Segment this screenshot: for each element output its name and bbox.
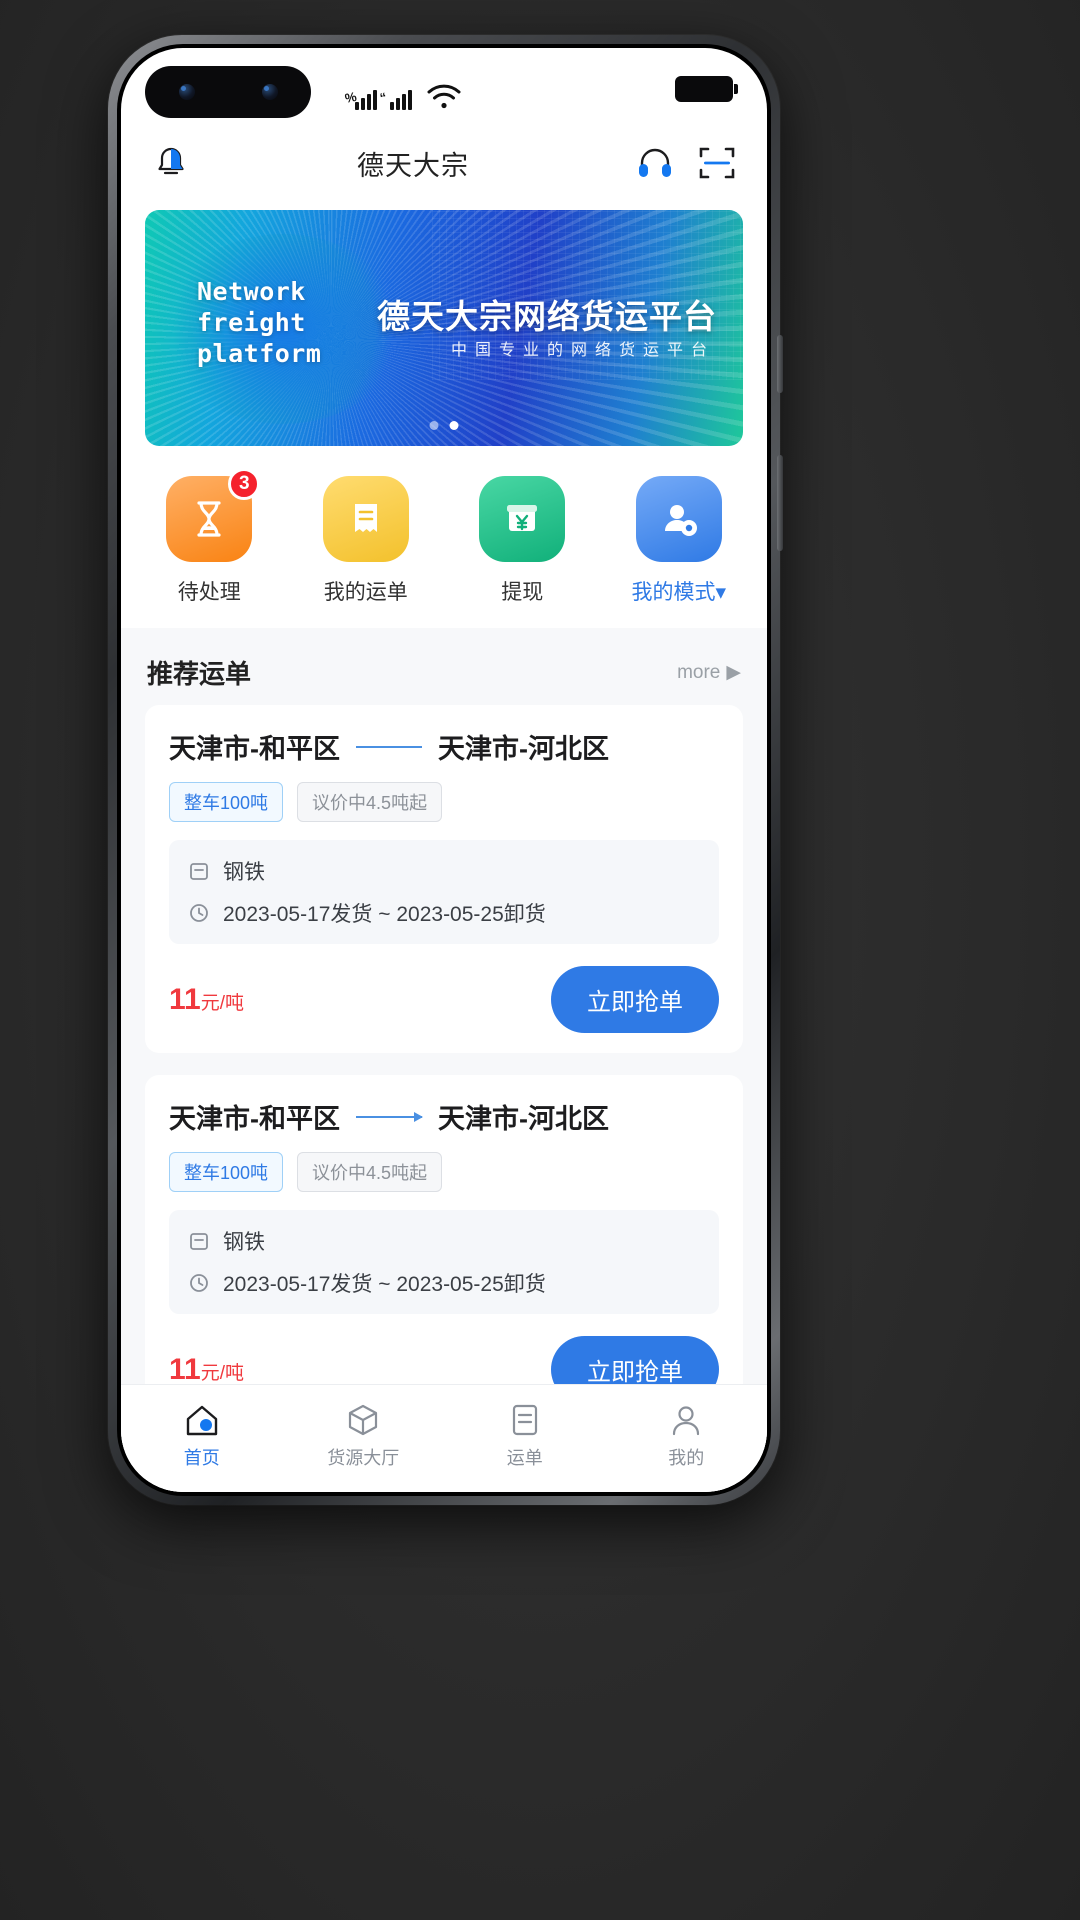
tag-load: 整车100吨 xyxy=(169,1152,284,1192)
camera-punch-hole xyxy=(145,66,311,118)
screenshot-stage: % “ 德天大宗 Network freight platform 德天大宗网络… xyxy=(0,0,1080,1920)
tab-label: 首页 xyxy=(183,1447,220,1468)
tab-profile[interactable]: 我的 xyxy=(606,1385,768,1486)
tab-home[interactable]: 首页 xyxy=(121,1385,283,1486)
origin: 天津市-和平区 xyxy=(169,1104,340,1134)
quick-action-pending[interactable]: 3 待处理 xyxy=(131,468,288,606)
price-row: 11元/吨 立即抢单 xyxy=(169,966,719,1033)
bottom-navigation: 首页 货源大厅 运单 我的 xyxy=(121,1384,767,1492)
tab-label: 运单 xyxy=(506,1447,543,1468)
banner-dot-2[interactable] xyxy=(449,421,459,430)
quick-action-withdraw[interactable]: 提现 xyxy=(444,476,601,606)
order-detail: 钢铁 2023-05-17发货 ~ 2023-05-25卸货 xyxy=(169,840,719,944)
cargo-name: 钢铁 xyxy=(223,1231,265,1254)
tab-cargo-hall[interactable]: 货源大厅 xyxy=(283,1385,445,1486)
tab-label: 货源大厅 xyxy=(327,1447,400,1468)
banner-dot-1[interactable] xyxy=(429,421,439,430)
promo-banner[interactable]: Network freight platform 德天大宗网络货运平台 中国专业… xyxy=(145,210,743,446)
clock-icon xyxy=(190,1274,208,1292)
tag-list: 整车100吨 议价中4.5吨起 xyxy=(169,1152,719,1192)
scan-icon[interactable] xyxy=(693,139,741,187)
banner-title: 德天大宗网络货运平台 xyxy=(377,298,717,335)
order-detail: 钢铁 2023-05-17发货 ~ 2023-05-25卸货 xyxy=(169,1210,719,1314)
more-label: more xyxy=(677,661,721,683)
list-icon xyxy=(512,1404,537,1435)
time-row: 2023-05-17发货 ~ 2023-05-25卸货 xyxy=(187,898,701,928)
phone-frame: % “ 德天大宗 Network freight platform 德天大宗网络… xyxy=(108,35,783,1505)
headset-icon[interactable] xyxy=(631,139,679,187)
quick-action-my-waybill[interactable]: 我的运单 xyxy=(288,476,445,606)
destination: 天津市-河北区 xyxy=(438,734,609,764)
banner-dots[interactable] xyxy=(429,421,459,430)
route-line-icon xyxy=(356,745,422,748)
cargo-name: 钢铁 xyxy=(223,861,265,884)
quick-action-label: 我的运单 xyxy=(323,581,408,604)
price: 11元/吨 xyxy=(169,1352,244,1386)
front-camera-lens-icon xyxy=(178,84,195,100)
quick-action-label: 待处理 xyxy=(177,581,241,604)
quick-action-my-mode[interactable]: 我的模式▾ xyxy=(601,476,758,606)
banner-subtitle: 中国专业的网络货运平台 xyxy=(450,342,715,359)
recommended-section-header: 推荐运单 more ▶ xyxy=(121,628,767,705)
price: 11元/吨 xyxy=(169,982,244,1016)
destination: 天津市-河北区 xyxy=(438,1104,609,1134)
clock-icon xyxy=(190,904,208,922)
cargo-row: 钢铁 xyxy=(187,1226,701,1256)
quick-action-label: 我的模式▾ xyxy=(631,581,727,604)
route: 天津市-和平区 天津市-河北区 xyxy=(169,727,719,766)
status-bar: % “ xyxy=(121,48,767,130)
banner-section: Network freight platform 德天大宗网络货运平台 中国专业… xyxy=(121,196,767,446)
order-card[interactable]: 天津市-和平区 天津市-河北区 整车100吨 议价中4.5吨起 钢铁 2023-… xyxy=(145,705,743,1053)
front-camera-lens-2-icon xyxy=(261,84,278,100)
user-settings-icon xyxy=(635,476,722,562)
volume-up-button[interactable] xyxy=(777,335,783,393)
cargo-row: 钢铁 xyxy=(187,856,701,886)
battery-icon xyxy=(675,76,738,102)
power-button[interactable] xyxy=(777,455,783,551)
quick-action-label: 提现 xyxy=(501,581,544,604)
receipt-icon xyxy=(322,476,409,562)
tag-negotiation: 议价中4.5吨起 xyxy=(297,782,443,822)
grab-order-button[interactable]: 立即抢单 xyxy=(551,966,719,1033)
section-title: 推荐运单 xyxy=(147,659,252,689)
route-line-icon xyxy=(356,1111,423,1122)
tag-negotiation: 议价中4.5吨起 xyxy=(297,1152,443,1192)
box-icon xyxy=(349,1404,378,1435)
home-icon xyxy=(186,1405,217,1435)
time-range: 2023-05-17发货 ~ 2023-05-25卸货 xyxy=(223,1273,546,1296)
signal-bars-icon: % xyxy=(344,89,377,110)
more-link[interactable]: more ▶ xyxy=(677,661,741,684)
tab-label: 我的 xyxy=(668,1447,705,1468)
hourglass-icon: 3 xyxy=(166,468,261,562)
order-list: 天津市-和平区 天津市-河北区 整车100吨 议价中4.5吨起 钢铁 2023-… xyxy=(121,705,767,1423)
pending-badge: 3 xyxy=(228,468,261,500)
yuan-withdraw-icon xyxy=(479,476,566,562)
page-title: 德天大宗 xyxy=(357,150,469,181)
order-card[interactable]: 天津市-和平区 天津市-河北区 整车100吨 议价中4.5吨起 钢铁 2023-… xyxy=(145,1075,743,1423)
wifi-icon xyxy=(427,84,461,109)
package-icon xyxy=(190,1233,208,1250)
tag-load: 整车100吨 xyxy=(169,782,284,822)
bell-icon[interactable] xyxy=(147,139,195,187)
package-icon xyxy=(190,863,208,880)
tag-list: 整车100吨 议价中4.5吨起 xyxy=(169,782,719,822)
tab-waybill[interactable]: 运单 xyxy=(444,1385,606,1486)
phone-bezel: % “ 德天大宗 Network freight platform 德天大宗网络… xyxy=(117,44,771,1496)
phone-screen: % “ 德天大宗 Network freight platform 德天大宗网络… xyxy=(121,48,767,1492)
route: 天津市-和平区 天津市-河北区 xyxy=(169,1097,719,1136)
banner-english-text: Network freight platform xyxy=(197,277,322,368)
chevron-right-icon: ▶ xyxy=(726,662,741,683)
time-row: 2023-05-17发货 ~ 2023-05-25卸货 xyxy=(187,1268,701,1298)
origin: 天津市-和平区 xyxy=(169,734,340,764)
person-icon xyxy=(673,1405,700,1435)
quick-actions: 3 待处理 我的运单 提现 我的模式▾ xyxy=(121,446,767,628)
time-range: 2023-05-17发货 ~ 2023-05-25卸货 xyxy=(223,903,546,926)
page-content[interactable]: Network freight platform 德天大宗网络货运平台 中国专业… xyxy=(121,196,767,1492)
signal-bars-2-icon: “ xyxy=(379,90,412,110)
app-header: 德天大宗 xyxy=(121,130,767,196)
